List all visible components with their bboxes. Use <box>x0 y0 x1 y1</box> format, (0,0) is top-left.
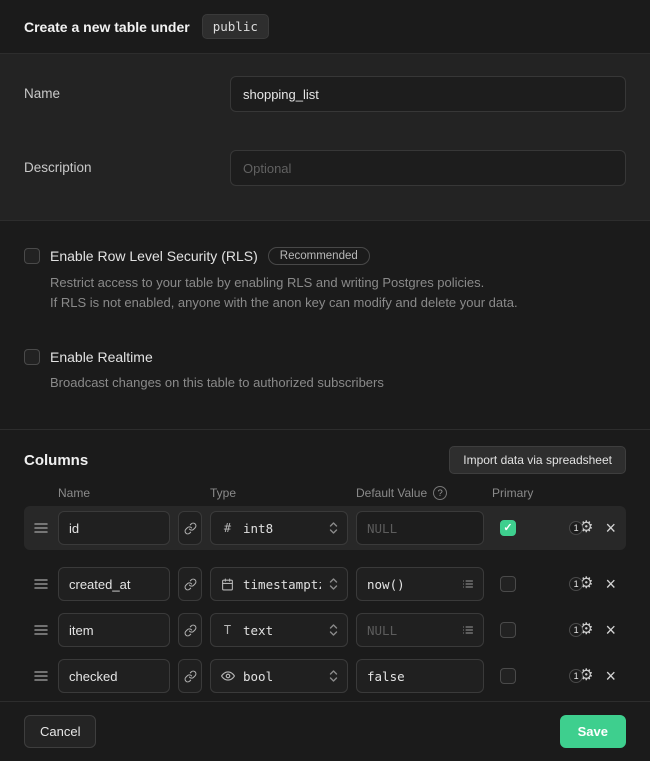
column-header-default: Default Value <box>356 486 427 500</box>
foreign-key-link-button[interactable] <box>178 511 202 545</box>
default-value-input <box>356 511 484 545</box>
remove-column-button[interactable]: × <box>603 621 618 639</box>
check-icon: ✓ <box>503 523 512 534</box>
column-settings-button[interactable]: 1 ⚙ <box>569 668 593 684</box>
columns-header-row: Name Type Default Value ? Primary <box>24 486 626 504</box>
dialog-header: Create a new table under public <box>0 0 650 54</box>
column-row: timestamptz ✓ 1 ⚙ <box>24 562 626 606</box>
realtime-label: Enable Realtime <box>50 349 153 365</box>
column-name-input[interactable] <box>58 511 170 545</box>
realtime-option: ✓ Enable Realtime Broadcast changes on t… <box>24 349 626 393</box>
save-button[interactable]: Save <box>560 715 626 748</box>
link-icon <box>184 670 197 683</box>
column-settings-button[interactable]: 1 ⚙ <box>569 622 593 638</box>
column-type-select[interactable]: # int8 <box>210 511 348 545</box>
description-row: Description <box>24 150 626 186</box>
drag-handle-icon[interactable] <box>32 624 50 636</box>
remove-column-button[interactable]: × <box>603 519 618 537</box>
column-header-name: Name <box>58 486 170 500</box>
chevron-updown-icon <box>329 623 338 637</box>
close-icon: × <box>605 620 616 640</box>
foreign-key-link-button[interactable] <box>178 613 202 647</box>
foreign-key-link-button[interactable] <box>178 659 202 693</box>
link-icon <box>184 578 197 591</box>
link-icon <box>184 522 197 535</box>
primary-checkbox[interactable]: ✓ <box>500 520 516 536</box>
column-name-input[interactable] <box>58 567 170 601</box>
column-type-select[interactable]: bool <box>210 659 348 693</box>
table-description-input[interactable] <box>230 150 626 186</box>
dialog-title: Create a new table under <box>24 19 190 35</box>
name-label: Name <box>24 76 230 101</box>
column-type-select[interactable]: T text <box>210 613 348 647</box>
remove-column-button[interactable]: × <box>603 667 618 685</box>
drag-handle-icon[interactable] <box>32 578 50 590</box>
link-icon <box>184 624 197 637</box>
table-options: ✓ Enable Row Level Security (RLS) Recomm… <box>0 221 650 430</box>
import-spreadsheet-button[interactable]: Import data via spreadsheet <box>449 446 626 474</box>
primary-checkbox[interactable]: ✓ <box>500 576 516 592</box>
column-settings-button[interactable]: 1 ⚙ <box>569 520 593 536</box>
rls-label: Enable Row Level Security (RLS) <box>50 248 258 264</box>
drag-handle-icon[interactable] <box>32 670 50 682</box>
default-value-menu-button[interactable] <box>456 618 480 642</box>
table-meta-form: Name Description <box>0 54 650 221</box>
cancel-button[interactable]: Cancel <box>24 715 96 748</box>
columns-section: Columns Import data via spreadsheet Name… <box>0 430 650 701</box>
primary-checkbox[interactable]: ✓ <box>500 668 516 684</box>
name-row: Name <box>24 76 626 112</box>
hash-icon: # <box>220 521 235 535</box>
rls-description-line2: If RLS is not enabled, anyone with the a… <box>50 293 626 313</box>
column-type-label: timestamptz <box>243 577 321 592</box>
table-name-input[interactable] <box>230 76 626 112</box>
column-row: # int8 ✓ 1 ⚙ × <box>24 506 626 550</box>
rls-description: Restrict access to your table by enablin… <box>50 273 626 313</box>
remove-column-button[interactable]: × <box>603 575 618 593</box>
description-label: Description <box>24 150 230 175</box>
text-type-icon: T <box>220 623 235 637</box>
recommended-badge: Recommended <box>268 247 370 265</box>
primary-checkbox[interactable]: ✓ <box>500 622 516 638</box>
eye-icon <box>220 669 235 683</box>
column-settings-button[interactable]: 1 ⚙ <box>569 576 593 592</box>
list-icon <box>462 624 474 636</box>
close-icon: × <box>605 666 616 686</box>
column-header-type: Type <box>210 486 348 500</box>
column-type-label: text <box>243 623 321 638</box>
default-value-input[interactable] <box>356 659 484 693</box>
schema-badge: public <box>202 14 269 39</box>
rls-checkbox[interactable]: ✓ <box>24 248 40 264</box>
columns-title: Columns <box>24 452 88 469</box>
rls-option: ✓ Enable Row Level Security (RLS) Recomm… <box>24 247 626 313</box>
default-value-menu-button[interactable] <box>456 572 480 596</box>
help-icon[interactable]: ? <box>433 486 447 500</box>
column-header-primary: Primary <box>492 486 548 500</box>
foreign-key-link-button[interactable] <box>178 567 202 601</box>
column-name-input[interactable] <box>58 659 170 693</box>
realtime-checkbox[interactable]: ✓ <box>24 349 40 365</box>
close-icon: × <box>605 574 616 594</box>
chevron-updown-icon <box>329 577 338 591</box>
column-type-select[interactable]: timestamptz <box>210 567 348 601</box>
chevron-updown-icon <box>329 521 338 535</box>
calendar-icon <box>220 578 235 591</box>
column-type-label: bool <box>243 669 321 684</box>
drag-handle-icon[interactable] <box>32 522 50 534</box>
list-icon <box>462 578 474 590</box>
create-table-dialog: Create a new table under public Name Des… <box>0 0 650 761</box>
dialog-footer: Cancel Save <box>0 701 650 761</box>
column-name-input[interactable] <box>58 613 170 647</box>
column-type-label: int8 <box>243 521 321 536</box>
realtime-description: Broadcast changes on this table to autho… <box>50 373 626 393</box>
column-row: T text ✓ 1 ⚙ <box>24 608 626 652</box>
column-row: bool ✓ 1 ⚙ × <box>24 654 626 698</box>
chevron-updown-icon <box>329 669 338 683</box>
rls-description-line1: Restrict access to your table by enablin… <box>50 273 626 293</box>
close-icon: × <box>605 518 616 538</box>
